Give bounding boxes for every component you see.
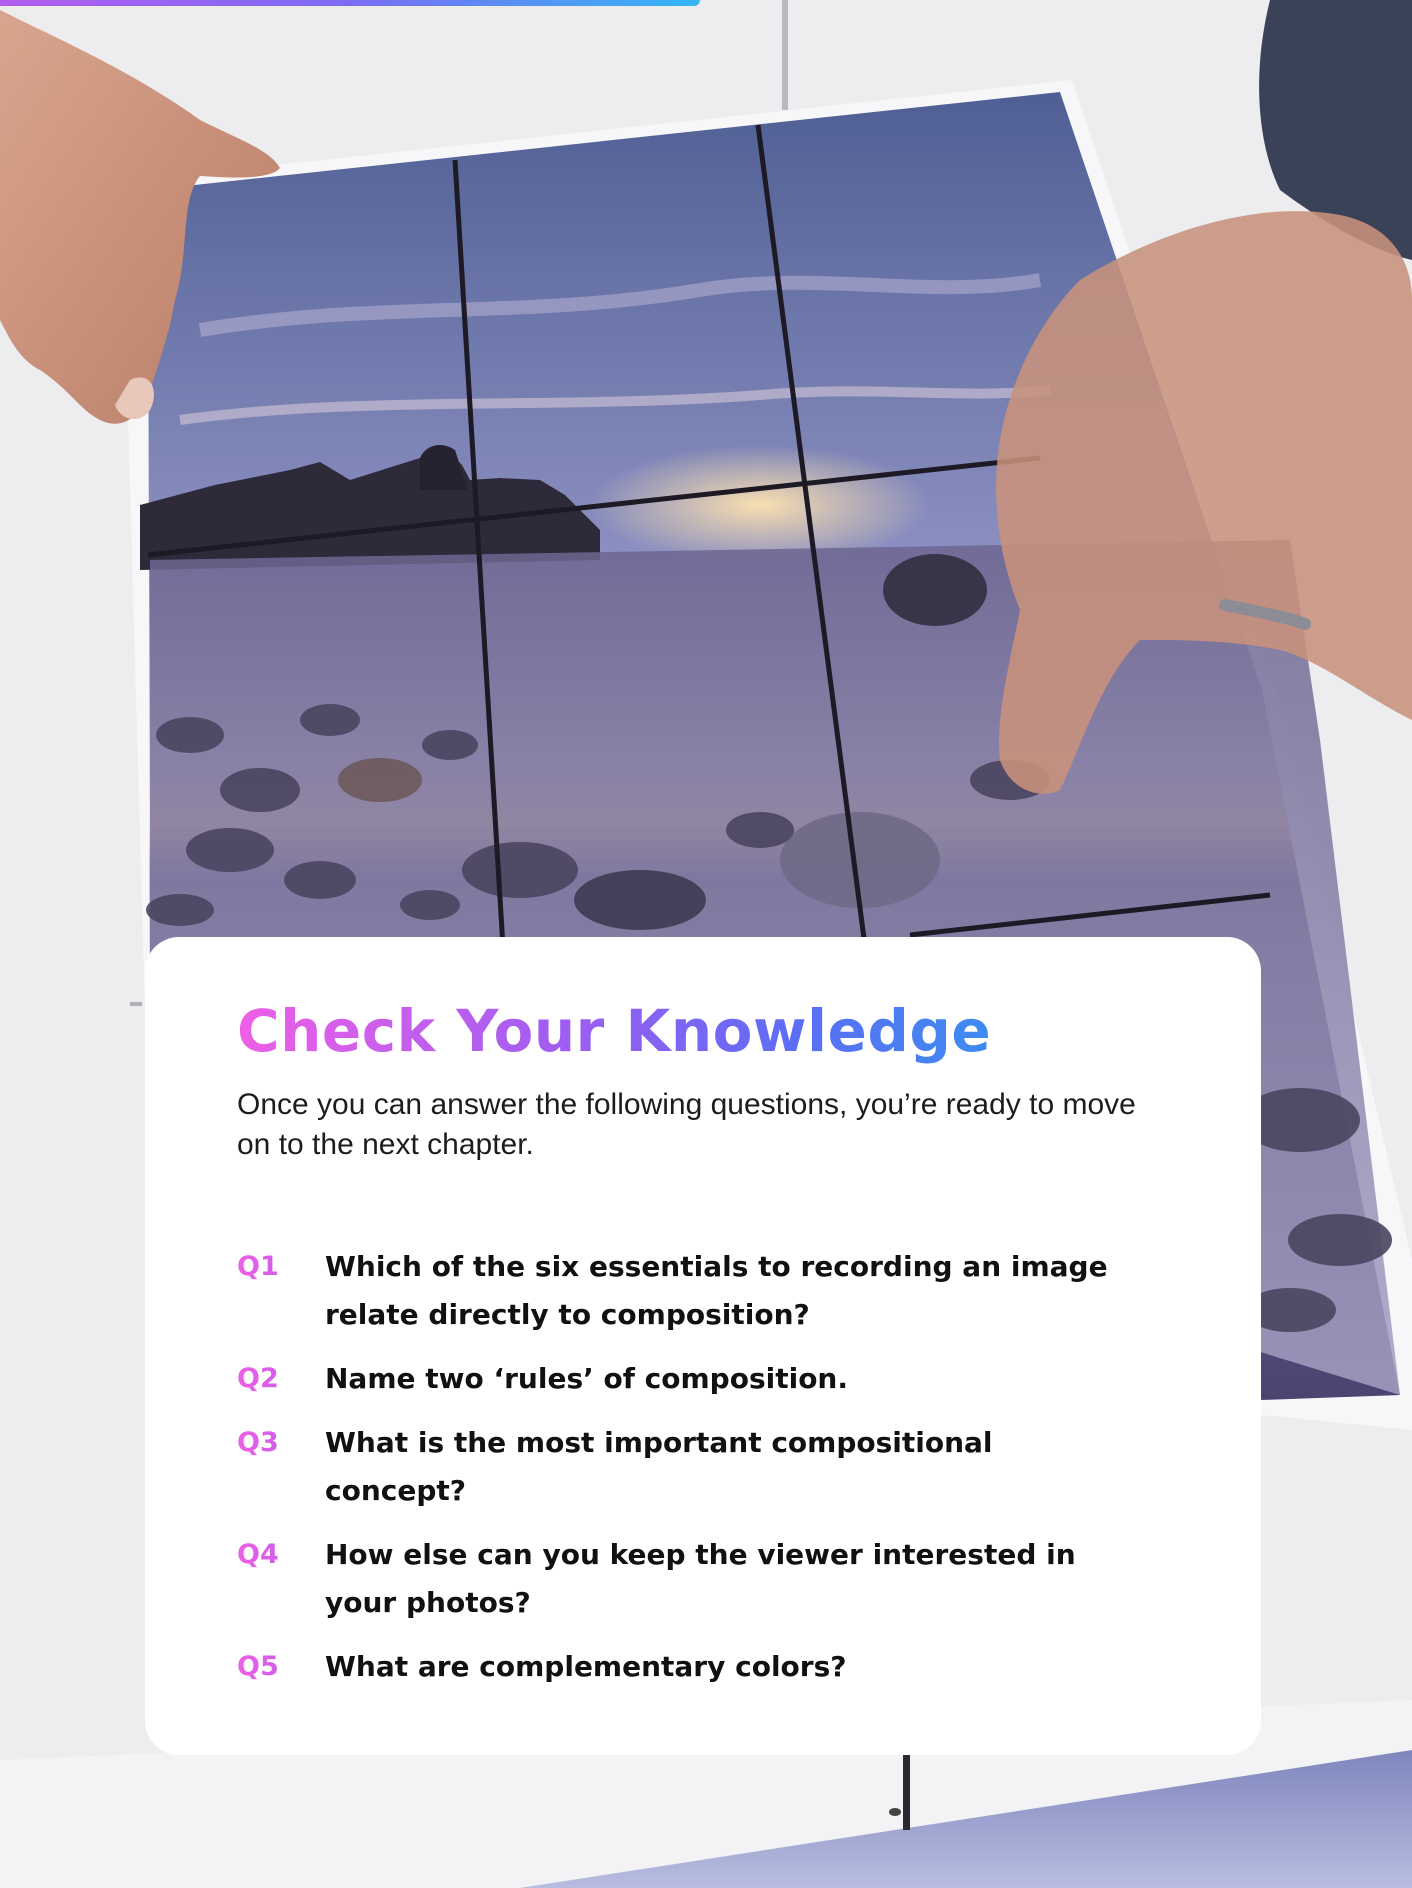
question-text: Which of the six essentials to recording… [325,1250,1108,1331]
question-number: Q5 [237,1643,325,1691]
question-text: Name two ‘rules’ of composition. [325,1362,849,1395]
question-text: What are complementary colors? [325,1650,847,1683]
question-item: Q2 Name two ‘rules’ of composition. [237,1355,1169,1403]
top-progress-bar [0,0,700,6]
card-title: Check Your Knowledge [237,997,992,1065]
question-text: What is the most important compositional… [325,1426,993,1507]
question-list: Q1 Which of the six essentials to record… [237,1243,1169,1691]
question-number: Q4 [237,1531,325,1579]
page: Check Your Knowledge Once you can answer… [0,0,1412,1888]
question-number: Q1 [237,1243,325,1291]
question-number: Q3 [237,1419,325,1467]
question-item: Q4 How else can you keep the viewer inte… [237,1531,1169,1627]
question-item: Q1 Which of the six essentials to record… [237,1243,1169,1339]
knowledge-check-card: Check Your Knowledge Once you can answer… [145,937,1261,1755]
card-intro: Once you can answer the following questi… [237,1088,1136,1161]
question-number: Q2 [237,1355,325,1403]
question-text: How else can you keep the viewer interes… [325,1538,1076,1619]
question-item: Q3 What is the most important compositio… [237,1419,1169,1515]
question-item: Q5 What are complementary colors? [237,1643,1169,1691]
